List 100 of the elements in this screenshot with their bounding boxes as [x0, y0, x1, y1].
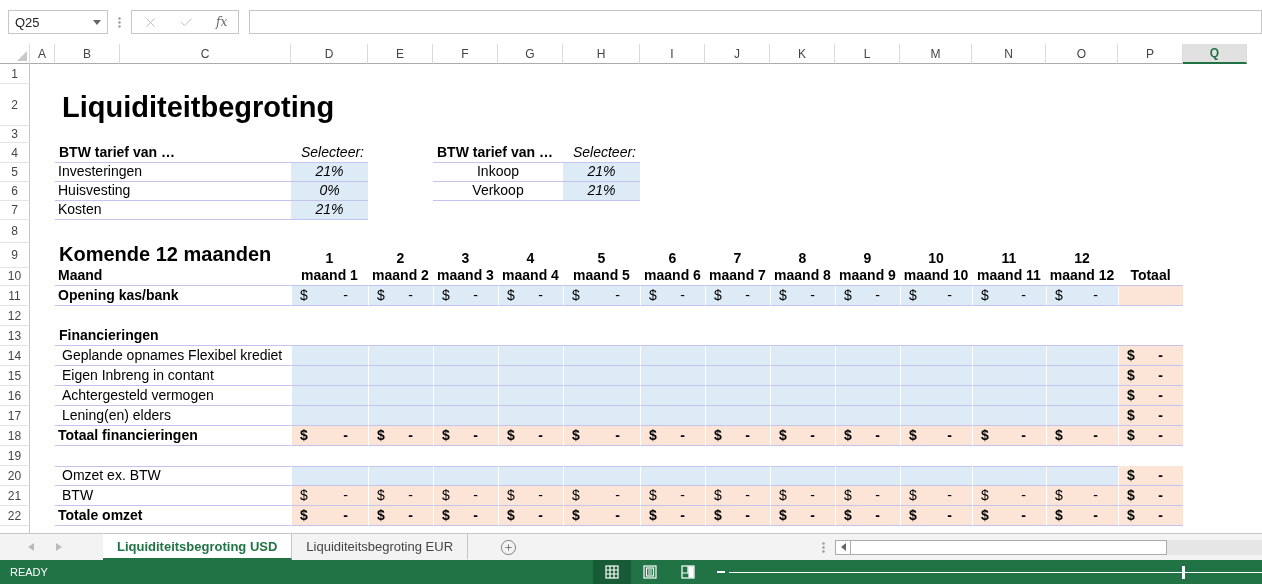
rate-cell[interactable]: 0%: [291, 182, 368, 201]
amount-cell: $ -: [705, 486, 770, 506]
amount-cell: $ -: [1046, 486, 1118, 506]
name-box[interactable]: Q25: [8, 10, 108, 34]
section-title: Komende 12 maanden: [58, 243, 273, 267]
sheet-tab[interactable]: Liquiditeitsbegroting USD: [103, 534, 293, 560]
row-number: 21: [0, 486, 30, 506]
select-all-icon[interactable]: [17, 51, 27, 61]
amount-cell: $ -: [563, 286, 640, 306]
row-label: Achtergesteld vermogen: [55, 386, 291, 406]
row-number: 19: [0, 446, 30, 466]
column-header[interactable]: G: [498, 44, 563, 64]
amount-cell: $ -: [498, 486, 563, 506]
amount-cell: $ -: [972, 426, 1046, 446]
column-header[interactable]: N: [972, 44, 1046, 64]
total-cell: $ -: [1118, 386, 1183, 406]
amount-cell: $ -: [640, 286, 705, 306]
amount-cell: $ -: [563, 486, 640, 506]
amount-cell: $ -: [770, 426, 835, 446]
amount-cell: $ -: [433, 286, 498, 306]
row-label: Lening(en) elders: [55, 406, 291, 426]
caret-icon: [93, 19, 101, 25]
column-header[interactable]: D: [291, 44, 368, 64]
column-header[interactable]: F: [433, 44, 498, 64]
month-number: 10: [927, 249, 945, 268]
column-header[interactable]: C: [120, 44, 291, 64]
scroll-left-icon[interactable]: [840, 543, 846, 551]
zoom-thumb[interactable]: [1182, 565, 1186, 579]
row-label: Huisvesting: [55, 182, 291, 201]
amount-cell: $ -: [705, 506, 770, 526]
row-number: 12: [0, 306, 30, 326]
amount-cell: $ -: [433, 506, 498, 526]
column-header[interactable]: B: [55, 44, 120, 64]
month-number: 1: [324, 249, 335, 268]
amount-cell: $ -: [498, 426, 563, 446]
month-number: 4: [525, 249, 536, 268]
row-label: Eigen Inbreng in contant: [55, 366, 291, 386]
row-number: 15: [0, 366, 30, 386]
column-header[interactable]: M: [900, 44, 972, 64]
row-number: 22: [0, 506, 30, 526]
amount-cell: $ -: [640, 506, 705, 526]
total-cell: $ -: [1118, 346, 1183, 366]
column-header[interactable]: O: [1046, 44, 1118, 64]
row-label: Investeringen: [55, 163, 291, 182]
row-number: 14: [0, 346, 30, 366]
total-cell: $ -: [1118, 486, 1183, 506]
amount-cell: $ -: [900, 486, 972, 506]
row-number: 9: [0, 243, 30, 268]
row-label: Omzet ex. BTW: [55, 466, 291, 486]
column-header[interactable]: E: [368, 44, 433, 64]
total-cell: $ -: [1118, 426, 1183, 446]
scroll-right-icon[interactable]: [56, 543, 62, 551]
column-header[interactable]: L: [835, 44, 900, 64]
month-number: 11: [1000, 249, 1018, 268]
grip-icon: [822, 541, 825, 553]
rate-cell[interactable]: 21%: [563, 182, 640, 201]
month-number: 8: [797, 249, 808, 268]
column-header[interactable]: Q: [1183, 44, 1247, 64]
row-label: Kosten: [55, 201, 291, 220]
column-header[interactable]: H: [563, 44, 640, 64]
amount-cell: $ -: [291, 506, 368, 526]
row-number: 18: [0, 426, 30, 446]
column-header[interactable]: I: [640, 44, 705, 64]
amount-cell: $ -: [291, 286, 368, 306]
row-number: 7: [0, 201, 30, 220]
month-number: 3: [460, 249, 471, 268]
column-header[interactable]: P: [1118, 44, 1183, 64]
amount-cell: $ -: [368, 486, 433, 506]
amount-cell: $ -: [770, 506, 835, 526]
horizontal-scrollbar[interactable]: [835, 539, 1167, 555]
page-break-icon: [680, 565, 695, 579]
grip-icon: [118, 16, 121, 28]
total-cell: $ -: [1118, 366, 1183, 386]
row-label: Totaal financieringen: [55, 426, 291, 446]
column-header[interactable]: A: [30, 44, 55, 64]
rate-cell[interactable]: 21%: [563, 163, 640, 182]
column-header[interactable]: K: [770, 44, 835, 64]
row-number: 6: [0, 182, 30, 201]
month-number: 7: [732, 249, 743, 268]
month-number: 2: [395, 249, 406, 268]
total-cell: $ -: [1118, 466, 1183, 486]
amount-cell: $ -: [705, 286, 770, 306]
zoom-slider[interactable]: [728, 565, 1262, 579]
row-label: Totale omzet: [55, 506, 291, 526]
amount-cell: $ -: [1046, 426, 1118, 446]
amount-cell: $ -: [640, 426, 705, 446]
sheet-title: Liquiditeitbegroting: [61, 90, 336, 125]
rate-cell[interactable]: 21%: [291, 163, 368, 182]
column-header[interactable]: J: [705, 44, 770, 64]
amount-cell: $ -: [835, 486, 900, 506]
total-cell: $ -: [1118, 406, 1183, 426]
formula-input[interactable]: [249, 10, 1262, 34]
month-number: 5: [596, 249, 607, 268]
amount-cell: $ -: [972, 486, 1046, 506]
row-number: 4: [0, 143, 30, 163]
amount-cell: $ -: [1046, 286, 1118, 306]
rate-cell[interactable]: 21%: [291, 201, 368, 220]
amount-cell: $ -: [291, 486, 368, 506]
insert-function-button[interactable]: fx: [216, 15, 228, 29]
view-button[interactable]: [592, 560, 631, 584]
